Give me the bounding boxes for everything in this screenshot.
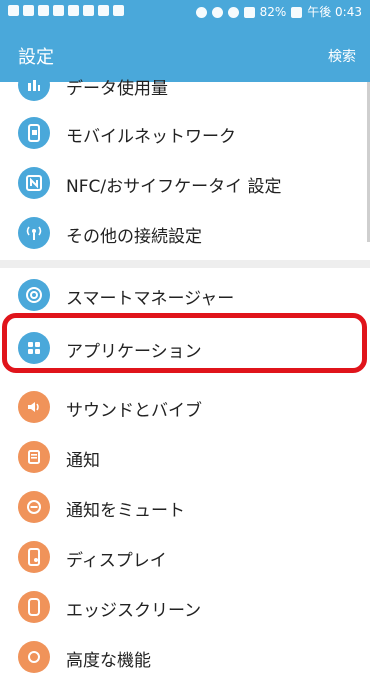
notification-icon [23,5,34,16]
section-divider [0,260,370,268]
settings-item-sound[interactable]: サウンドとバイブ [0,382,370,432]
facebook-icon [38,5,49,16]
nfc-icon [18,167,50,199]
settings-item-display[interactable]: ディスプレイ [0,532,370,582]
settings-item-advanced-features[interactable]: 高度な機能 [0,632,370,682]
settings-item-other-connections[interactable]: その他の接続設定 [0,208,370,258]
sound-icon [18,391,50,423]
bluetooth-icon [195,6,207,18]
edge-screen-icon [18,591,50,623]
notification-icon [18,441,50,473]
settings-item-label: サウンドとバイブ [66,401,202,421]
signal-icon [243,6,255,18]
notification-icons [8,5,124,16]
battery-percent: 82% [259,5,287,19]
settings-item-label: データ使用量 [66,79,168,99]
connection-icon [18,217,50,249]
settings-item-notifications[interactable]: 通知 [0,432,370,482]
facebook-icon [53,5,64,16]
settings-item-label: 高度な機能 [66,651,151,671]
settings-item-label: 通知をミュート [66,501,185,521]
settings-item-label: NFC/おサイフケータイ 設定 [66,177,282,197]
settings-item-label: スマートマネージャー [66,289,235,309]
settings-item-label: 通知 [66,451,100,471]
mute-icon [18,491,50,523]
settings-item-label: モバイルネットワーク [66,127,236,147]
settings-item-mobile-network[interactable]: モバイルネットワーク [0,108,370,158]
nfc-status-icon [211,6,223,18]
mobile-network-icon [18,117,50,149]
facebook-icon [113,5,124,16]
advanced-icon [18,641,50,673]
settings-item-edge-screen[interactable]: エッジスクリーン [0,582,370,632]
clock: 午後 0:43 [307,5,362,19]
settings-item-label: エッジスクリーン [66,601,202,621]
settings-item-label: その他の接続設定 [66,227,202,247]
notification-icon [8,5,19,16]
display-icon [18,541,50,573]
settings-item-label: ディスプレイ [66,551,167,571]
settings-item-mute-notifications[interactable]: 通知をミュート [0,482,370,532]
highlight-annotation [2,313,367,373]
battery-icon [291,6,303,18]
facebook-icon [83,5,94,16]
status-bar: 82% 午後 0:43 [0,0,370,26]
smart-manager-icon [18,279,50,311]
facebook-icon [98,5,109,16]
wifi-icon [227,6,239,18]
facebook-icon [68,5,79,16]
system-icons: 82% 午後 0:43 [195,5,362,19]
data-usage-icon [18,69,50,101]
settings-item-nfc[interactable]: NFC/おサイフケータイ 設定 [0,158,370,208]
settings-item-data-usage[interactable]: データ使用量 [0,60,370,110]
